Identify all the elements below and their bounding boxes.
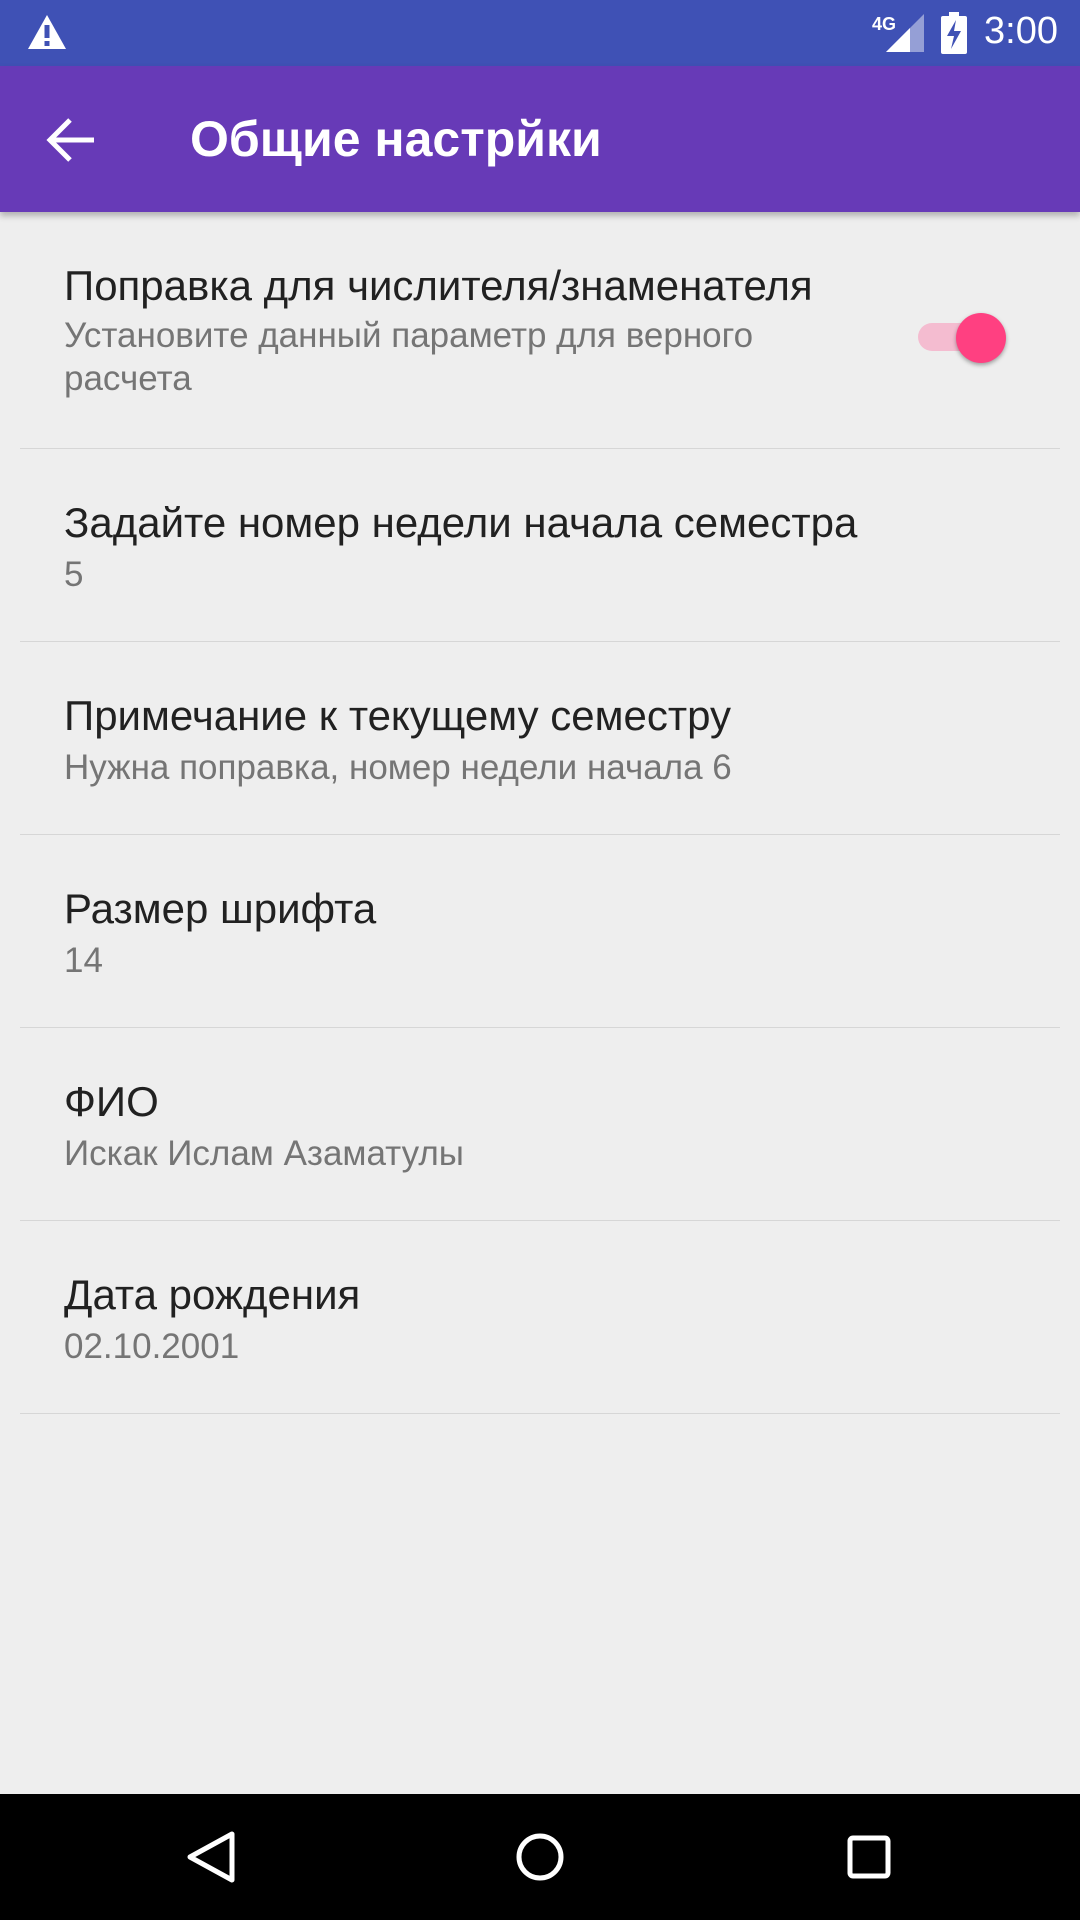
setting-title: Поправка для числителя/знаменателя [64,262,813,309]
recents-square-icon[interactable] [834,1822,904,1892]
navigation-bar [0,1794,1080,1920]
arrow-back-icon[interactable] [44,114,100,166]
home-circle-icon[interactable] [505,1822,575,1892]
setting-title: Примечание к текущему семестру [64,692,731,739]
numerator-correction-toggle[interactable] [916,308,1010,364]
warning-icon [28,15,66,49]
setting-summary: 14 [64,941,103,980]
battery-charging-icon [941,12,967,54]
back-triangle-icon[interactable] [176,1822,246,1892]
setting-item-font-size[interactable]: Размер шрифта 14 [20,835,1060,1028]
setting-summary: 02.10.2001 [64,1327,240,1366]
network-type-label: 4G [872,14,897,34]
setting-summary: Искак Ислам Азаматулы [64,1134,464,1173]
page-title: Общие настрйки [190,111,602,167]
setting-summary: 5 [64,555,84,594]
toggle-thumb [956,313,1006,363]
setting-title: ФИО [64,1078,159,1125]
setting-item-full-name[interactable]: ФИО Искак Ислам Азаматулы [20,1028,1060,1221]
settings-list: Поправка для числителя/знаменателя Устан… [0,212,1080,1414]
setting-item-birth-date[interactable]: Дата рождения 02.10.2001 [20,1221,1060,1414]
setting-title: Задайте номер недели начала семестра [64,499,858,546]
app-bar: Общие настрйки [0,66,1080,212]
setting-title: Размер шрифта [64,885,377,932]
status-bar: 4G 3:00 [0,0,1080,66]
setting-item-semester-start-week[interactable]: Задайте номер недели начала семестра 5 [20,449,1060,642]
setting-summary: Нужна поправка, номер недели начала 6 [64,748,732,787]
setting-title: Дата рождения [64,1271,361,1318]
setting-summary: Установите данный параметр для верного р… [64,316,754,398]
setting-item-numerator-correction[interactable]: Поправка для числителя/знаменателя Устан… [20,212,1060,449]
status-time: 3:00 [984,10,1058,52]
setting-item-semester-note[interactable]: Примечание к текущему семестру Нужна поп… [20,642,1060,835]
